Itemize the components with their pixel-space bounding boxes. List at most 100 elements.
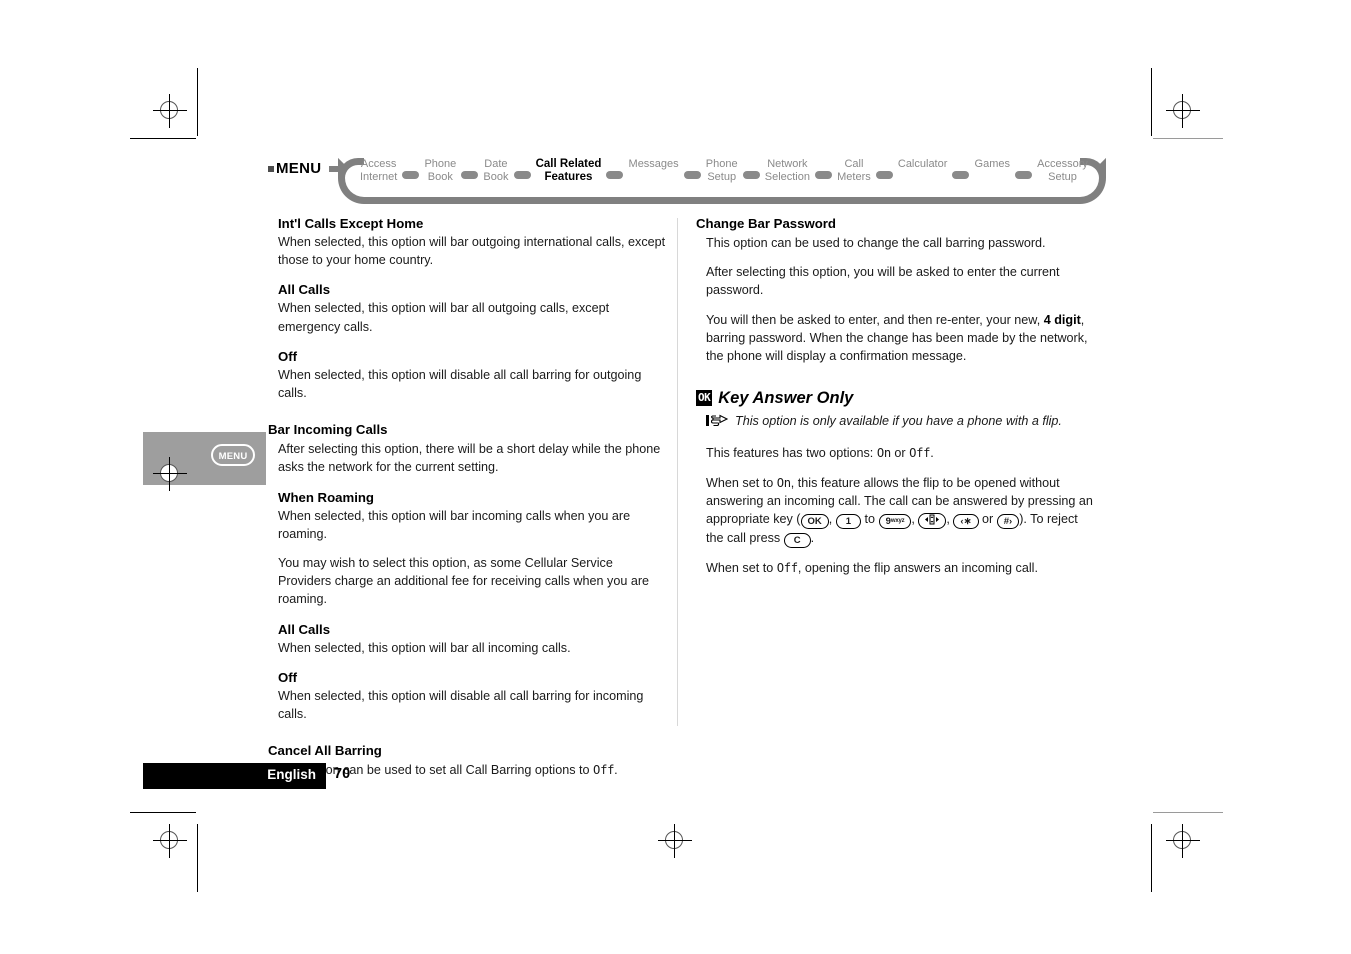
nav-key-icon xyxy=(918,513,947,530)
two-options-after: . xyxy=(930,446,934,461)
menu-item-phone-book[interactable]: Phone Book xyxy=(424,150,456,183)
lcd-value-off: Off xyxy=(593,763,615,778)
menu-item-messages[interactable]: Messages xyxy=(629,150,679,171)
key-sep-2: , xyxy=(911,512,919,527)
menu-breadcrumb-bar: MENU Access Internet Phone Book Date Book C… xyxy=(268,150,1106,204)
menu-item-calculator[interactable]: Calculator xyxy=(898,150,948,171)
clear-key-icon: C xyxy=(783,533,811,549)
menu-separator-icon xyxy=(461,171,479,179)
change-password-bold-4digit: 4 digit xyxy=(1043,312,1081,327)
paragraph-two-options: This features has two options: On or Off… xyxy=(706,444,1094,462)
two-options-middle: or xyxy=(890,446,910,461)
paragraph-bar-incoming-calls: After selecting this option, there will … xyxy=(278,442,661,475)
subheading-all-calls-incoming: All Calls xyxy=(278,621,331,637)
paragraph-all-calls-incoming: When selected, this option will bar all … xyxy=(278,640,571,655)
key-sep-3: , xyxy=(946,512,954,527)
paragraph-when-roaming-2: You may wish to select this option, as s… xyxy=(278,556,650,607)
note-flip-availability: This option is only available if you hav… xyxy=(706,412,1094,433)
paragraph-set-to-on: When set to On, this feature allows the … xyxy=(706,474,1094,549)
paragraph-change-bar-password-1: This option can be used to change the ca… xyxy=(706,236,1046,250)
menu-connector-icon xyxy=(329,166,342,172)
paragraph-when-roaming-1: When selected, this option will bar inco… xyxy=(278,508,631,541)
menu-item-call-meters[interactable]: Call Meters xyxy=(837,150,871,183)
menu-separator-icon xyxy=(952,171,970,179)
right-column: Change Bar Password This option can be u… xyxy=(696,215,1094,577)
menu-item-access-internet[interactable]: Access Internet xyxy=(360,150,397,183)
set-off-text-a: When set to xyxy=(706,561,777,576)
subheading-intl-calls-except-home: Int'l Calls Except Home xyxy=(278,216,424,231)
paragraph-off-incoming: When selected, this option will disable … xyxy=(278,688,644,722)
menu-separator-icon xyxy=(742,171,760,179)
menu-item-network-selection[interactable]: Network Selection xyxy=(765,150,810,183)
paragraph-set-to-off: When set to Off, opening the flip answer… xyxy=(706,559,1094,577)
lcd-value-off-3: Off xyxy=(776,561,798,576)
menu-label: MENU xyxy=(276,160,322,177)
paragraph-off-outgoing: When selected, this option will disable … xyxy=(278,367,642,401)
cancel-barring-text-after: . xyxy=(614,763,618,778)
page-number: 70 xyxy=(334,766,351,782)
paragraph-change-bar-password-2: After selecting this option, you will be… xyxy=(706,265,1060,298)
left-column: Int'l Calls Except Home When selected, t… xyxy=(268,215,666,779)
menu-separator-icon xyxy=(606,171,624,179)
ok-key-icon: OK xyxy=(800,514,829,530)
section-heading-cancel-all-barring: Cancel All Barring xyxy=(268,743,382,759)
set-off-text-b: , opening the flip answers an incoming c… xyxy=(797,561,1038,576)
key-sep-to: to xyxy=(861,512,879,527)
subheading-all-calls-outgoing: All Calls xyxy=(278,282,331,298)
paragraph-all-calls-outgoing: When selected, this option will bar all … xyxy=(278,301,610,334)
ok-badge-icon: OK xyxy=(696,390,713,407)
registration-mark-bottom-center xyxy=(658,824,692,858)
crop-mark-top-left-vertical xyxy=(197,68,198,136)
menu-separator-icon xyxy=(815,171,833,179)
menu-items: Access Internet Phone Book Date Book Call R… xyxy=(360,150,1088,190)
subheading-when-roaming: When Roaming xyxy=(278,489,374,505)
feature-heading-text: Key Answer Only xyxy=(718,389,854,408)
menu-item-accessory-setup[interactable]: Accessory Setup xyxy=(1037,150,1088,183)
menu-separator-icon xyxy=(402,171,420,179)
crop-mark-top-right-horizontal xyxy=(1153,138,1223,139)
registration-mark-top-right xyxy=(1166,94,1200,128)
footer-bar: English xyxy=(143,763,326,789)
nine-key-icon: 9wxyz xyxy=(878,514,912,530)
feature-heading-key-answer-only: OK Key Answer Only xyxy=(696,387,1094,409)
crop-mark-bottom-left-horizontal xyxy=(130,812,196,813)
pointing-hand-icon xyxy=(706,414,732,433)
menu-separator-icon xyxy=(1015,171,1033,179)
star-key-icon: ‹∗ xyxy=(953,514,979,530)
lcd-value-off-2: Off xyxy=(909,446,931,461)
crop-mark-top-right-vertical xyxy=(1151,68,1152,136)
subheading-off-incoming: Off xyxy=(278,669,298,685)
crop-mark-bottom-right-vertical xyxy=(1151,824,1152,892)
registration-mark-bottom-right xyxy=(1166,824,1200,858)
lcd-value-on: On xyxy=(876,446,891,461)
page-content: Int'l Calls Except Home When selected, t… xyxy=(268,215,1108,777)
crop-mark-bottom-left-vertical xyxy=(197,824,198,892)
footer-language-label: English xyxy=(267,767,316,782)
menu-separator-icon xyxy=(875,171,893,179)
column-divider xyxy=(677,218,678,726)
change-password-text-a: You will then be asked to enter, and the… xyxy=(706,312,1044,327)
registration-mark-top-left xyxy=(153,94,187,128)
crop-mark-top-left-horizontal xyxy=(130,138,196,139)
paragraph-intl-calls-except-home: When selected, this option will bar outg… xyxy=(278,235,666,268)
one-key-icon: 1 xyxy=(835,514,862,530)
section-heading-change-bar-password: Change Bar Password xyxy=(696,216,836,231)
menu-item-call-related-features[interactable]: Call Related Features xyxy=(536,150,602,183)
pound-key-icon: #› xyxy=(996,514,1020,530)
menu-item-games[interactable]: Games xyxy=(975,150,1010,171)
menu-item-date-book[interactable]: Date Book xyxy=(483,150,508,183)
menu-bullet-icon xyxy=(268,166,274,172)
section-heading-bar-incoming-calls: Bar Incoming Calls xyxy=(268,422,388,438)
key-sep-or: or xyxy=(978,512,997,527)
set-on-text-d: . xyxy=(810,531,815,546)
menu-key-button-icon[interactable]: MENU xyxy=(211,444,255,466)
crop-mark-bottom-right-horizontal xyxy=(1153,812,1223,813)
set-on-text-a: When set to xyxy=(706,475,777,490)
menu-separator-icon xyxy=(513,171,531,179)
paragraph-change-bar-password-3: You will then be asked to enter, and the… xyxy=(706,311,1094,366)
key-sep-1: , xyxy=(828,512,836,527)
lcd-value-on-2: On xyxy=(776,475,791,490)
menu-item-phone-setup[interactable]: Phone Setup xyxy=(706,150,738,183)
registration-mark-side-tab xyxy=(153,457,187,491)
subheading-off-outgoing: Off xyxy=(278,348,298,364)
